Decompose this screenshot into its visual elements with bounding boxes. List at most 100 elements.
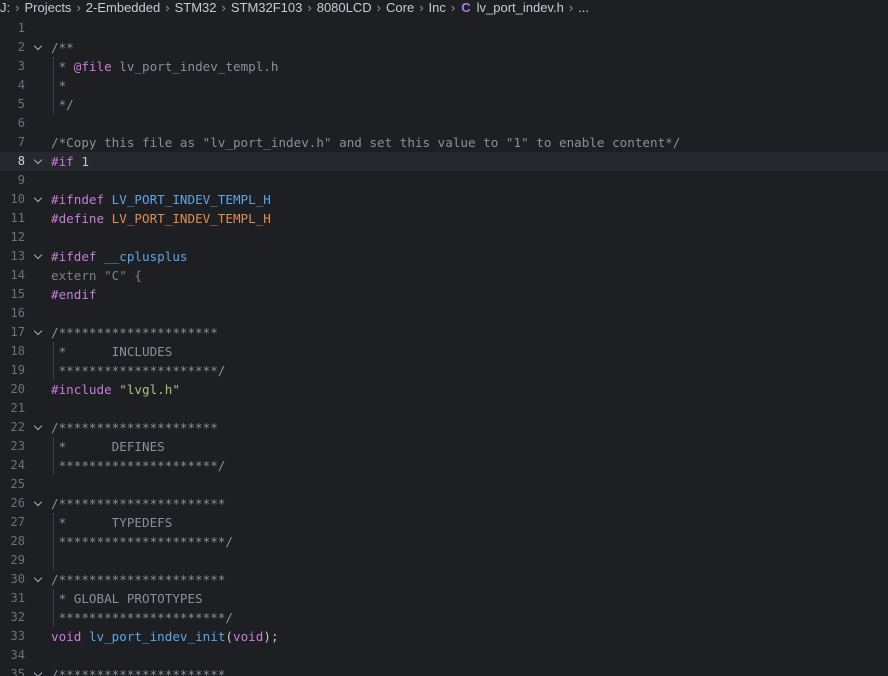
- code-line[interactable]: 30 /**********************: [0, 570, 888, 589]
- code-line[interactable]: 34: [0, 646, 888, 665]
- code-token: /*Copy this file as "lv_port_indev.h" an…: [51, 135, 681, 150]
- code-text: * INCLUDES: [51, 342, 173, 361]
- code-line[interactable]: 2 /**: [0, 38, 888, 57]
- breadcrumb-item-projects[interactable]: Projects: [24, 0, 71, 15]
- breadcrumb-item-stm32f103[interactable]: STM32F103: [231, 0, 303, 15]
- line-number: 25: [10, 477, 25, 491]
- code-line[interactable]: 22 /*********************: [0, 418, 888, 437]
- breadcrumb-item-embedded[interactable]: 2-Embedded: [86, 0, 160, 15]
- chevron-right-icon: ›: [568, 0, 574, 15]
- fold-chevron-icon[interactable]: [33, 247, 45, 266]
- code-token: * GLOBAL PROTOTYPES: [51, 591, 203, 606]
- code-line[interactable]: 19 *********************/: [0, 361, 888, 380]
- breadcrumb-item-core[interactable]: Core: [386, 0, 414, 15]
- breadcrumb-item-stm32[interactable]: STM32: [175, 0, 217, 15]
- line-number: 5: [17, 97, 25, 111]
- code-token: (: [225, 629, 234, 644]
- line-number: 3: [17, 59, 25, 73]
- breadcrumb-item-drive[interactable]: J:: [0, 0, 10, 15]
- fold-chevron-icon[interactable]: [33, 190, 45, 209]
- code-line[interactable]: 15 #endif: [0, 285, 888, 304]
- code-line[interactable]: 26 /**********************: [0, 494, 888, 513]
- fold-chevron-icon[interactable]: [33, 418, 45, 437]
- fold-chevron-icon[interactable]: [33, 152, 45, 171]
- code-line[interactable]: 21: [0, 399, 888, 418]
- code-line[interactable]: 11 #define LV_PORT_INDEV_TEMPL_H: [0, 209, 888, 228]
- code-line[interactable]: 7 /*Copy this file as "lv_port_indev.h" a…: [0, 133, 888, 152]
- line-number: 23: [10, 439, 25, 453]
- code-token: __cplusplus: [96, 249, 188, 264]
- chevron-right-icon: ›: [376, 0, 381, 15]
- code-line[interactable]: 27 * TYPEDEFS: [0, 513, 888, 532]
- code-line[interactable]: 6: [0, 114, 888, 133]
- code-token: extern: [51, 268, 97, 283]
- line-number: 33: [10, 629, 25, 643]
- line-number: 29: [10, 553, 25, 567]
- line-number: 27: [10, 515, 25, 529]
- code-line[interactable]: 28 **********************/: [0, 532, 888, 551]
- breadcrumb-item-inc[interactable]: Inc: [429, 0, 446, 15]
- code-text: #ifndef LV_PORT_INDEV_TEMPL_H: [51, 190, 271, 209]
- fold-chevron-icon[interactable]: [33, 38, 45, 57]
- code-token: /**********************: [51, 667, 226, 676]
- code-line[interactable]: 14 extern "C" {: [0, 266, 888, 285]
- code-token: **********************/: [51, 610, 233, 625]
- code-line[interactable]: 8 #if 1: [0, 152, 888, 171]
- line-number: 9: [17, 173, 25, 187]
- line-number: 32: [10, 610, 25, 624]
- code-token: #define: [51, 211, 105, 226]
- breadcrumb-item-file[interactable]: lv_port_indev.h: [477, 0, 564, 15]
- line-number: 24: [10, 458, 25, 472]
- fold-chevron-icon[interactable]: [33, 323, 45, 342]
- code-token: LV_PORT_INDEV_TEMPL_H: [104, 192, 271, 207]
- line-number: 19: [10, 363, 25, 377]
- code-text: * @file lv_port_indev_templ.h: [51, 57, 279, 76]
- breadcrumb-item-symbols[interactable]: ...: [578, 0, 589, 15]
- code-line[interactable]: 18 * INCLUDES: [0, 342, 888, 361]
- code-token: **********************/: [51, 534, 233, 549]
- code-line[interactable]: 3 * @file lv_port_indev_templ.h: [0, 57, 888, 76]
- code-token: *: [51, 78, 67, 93]
- code-line[interactable]: 16: [0, 304, 888, 323]
- code-line[interactable]: 32 **********************/: [0, 608, 888, 627]
- code-line[interactable]: 24 *********************/: [0, 456, 888, 475]
- code-token: );: [263, 629, 279, 644]
- code-line[interactable]: 33 void lv_port_indev_init(void);: [0, 627, 888, 646]
- code-line[interactable]: 4 *: [0, 76, 888, 95]
- code-editor[interactable]: 1 2/** 3 * @file lv_port_indev_templ.h 4 * 5…: [0, 19, 888, 676]
- code-token: "C" {: [96, 268, 142, 283]
- line-number: 12: [10, 230, 25, 244]
- code-line[interactable]: 9: [0, 171, 888, 190]
- fold-chevron-icon[interactable]: [33, 494, 45, 513]
- code-line[interactable]: 35 /**********************: [0, 665, 888, 676]
- code-token: /**: [51, 40, 74, 55]
- line-number: 6: [17, 116, 25, 130]
- line-number: 11: [10, 211, 25, 225]
- code-token: #ifdef: [51, 249, 97, 264]
- fold-chevron-icon[interactable]: [33, 570, 45, 589]
- code-token: */: [51, 97, 74, 112]
- code-text: extern "C" {: [51, 266, 142, 285]
- code-line[interactable]: 5 */: [0, 95, 888, 114]
- code-line[interactable]: 31 * GLOBAL PROTOTYPES: [0, 589, 888, 608]
- code-text: /**: [51, 38, 74, 57]
- line-number: 8: [17, 154, 25, 168]
- code-line[interactable]: 23 * DEFINES: [0, 437, 888, 456]
- breadcrumb-item-8080lcd[interactable]: 8080LCD: [317, 0, 372, 15]
- code-line[interactable]: 29: [0, 551, 888, 570]
- line-number: 18: [10, 344, 25, 358]
- code-token: * INCLUDES: [51, 344, 173, 359]
- line-number: 26: [10, 496, 25, 510]
- code-line[interactable]: 10 #ifndef LV_PORT_INDEV_TEMPL_H: [0, 190, 888, 209]
- code-line[interactable]: 13 #ifdef __cplusplus: [0, 247, 888, 266]
- code-line[interactable]: 20 #include "lvgl.h": [0, 380, 888, 399]
- code-token: #ifndef: [51, 192, 105, 207]
- indent-guide: [53, 551, 54, 570]
- code-line[interactable]: 25: [0, 475, 888, 494]
- line-number: 34: [10, 648, 25, 662]
- code-line[interactable]: 17 /*********************: [0, 323, 888, 342]
- code-token: void: [233, 629, 264, 644]
- code-line[interactable]: 1: [0, 19, 888, 38]
- fold-chevron-icon[interactable]: [33, 665, 45, 676]
- code-line[interactable]: 12: [0, 228, 888, 247]
